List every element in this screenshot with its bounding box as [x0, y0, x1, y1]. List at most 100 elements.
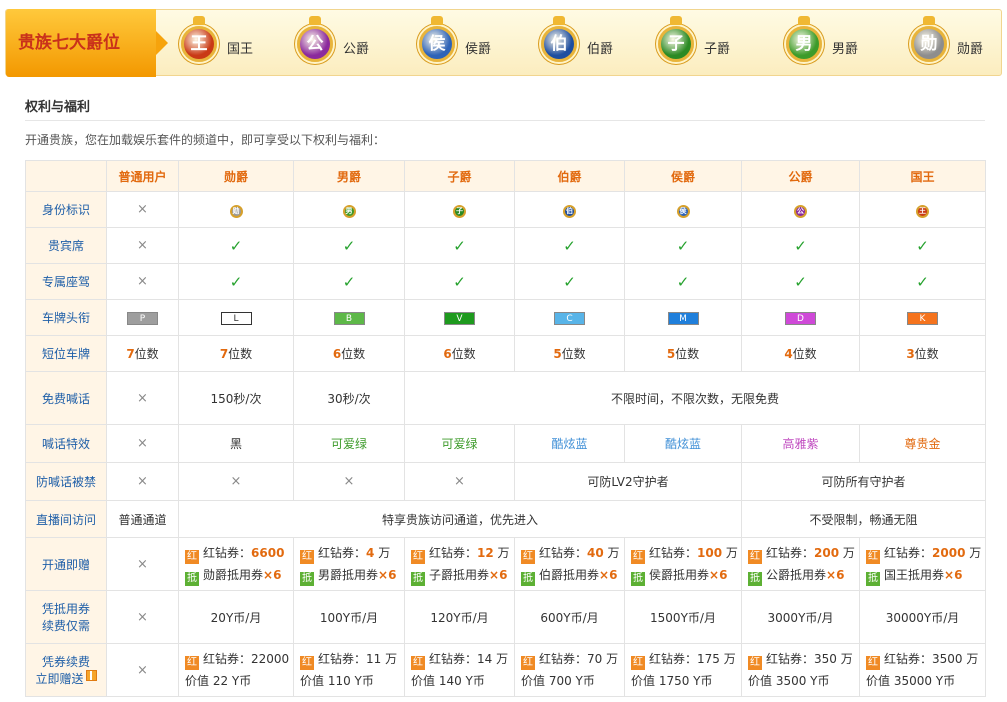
cross-mark: ×: [137, 274, 148, 289]
coupon-name: 伯爵抵用券: [539, 568, 600, 582]
rank-badge-icon: 伯: [563, 204, 576, 218]
cell: 王: [859, 191, 986, 228]
cell: 1500Y币/月: [624, 590, 742, 644]
row-label: 防喊话被禁: [25, 462, 107, 501]
column-header: 勋爵: [178, 160, 294, 192]
plate-suffix: 位数: [675, 347, 700, 361]
cross-mark: ×: [137, 202, 148, 217]
rank-badge-icon: 王: [916, 204, 929, 218]
gift-red-line: 红红钻券：70 万: [521, 648, 622, 670]
coupon-count: ×6: [709, 568, 728, 582]
rank-name: 子爵: [704, 42, 731, 57]
cell: 100Y币/月: [293, 590, 405, 644]
table-body: 身份标识 × 勋 男 子 伯 侯 公 王贵宾席 × ✓ ✓ ✓ ✓ ✓ ✓ ✓ 专属座驾 × ✓ ✓ ✓ ✓ ✓ ✓ ✓ 车牌头衔 P…: [25, 191, 986, 697]
cell: K: [859, 299, 986, 336]
red-prefix: 红钻券：: [318, 546, 367, 560]
cell: 酷炫蓝: [514, 424, 625, 463]
column-header: 侯爵: [624, 160, 742, 192]
gift-worth-line: 价值 35000 Y币: [866, 674, 956, 688]
coupon-name: 勋爵抵用券: [203, 568, 264, 582]
gift-red-line: 红红钻券：200 万: [748, 542, 857, 564]
check-icon: ✓: [453, 272, 466, 291]
coupon-name: 公爵抵用券: [766, 568, 827, 582]
cross-mark: ×: [137, 662, 148, 678]
gift-coupon-line: 抵伯爵抵用券×6: [521, 564, 622, 586]
gift-red-line: 红红钻券：11 万: [300, 648, 402, 670]
cross-mark: ×: [343, 474, 355, 489]
cell: ×: [106, 371, 179, 425]
red-tag-icon: 红: [521, 550, 535, 564]
cross-mark: ×: [137, 390, 148, 406]
plate-badge: M: [667, 312, 699, 325]
cell: ×: [106, 227, 179, 264]
table-row-short-plate: 短位车牌 7位数 7位数 6位数 6位数 5位数 5位数 4位数 3位数: [25, 335, 986, 372]
benefits-table: 普通用户 勋爵 男爵 子爵 伯爵 侯爵 公爵 国王 身份标识 × 勋 男 子 伯 侯 公 王贵宾席 × ✓ ✓ ✓ ✓ ✓…: [25, 160, 986, 697]
gift-icon[interactable]: [85, 670, 97, 681]
gift-coupon-line: 抵子爵抵用券×6: [411, 564, 512, 586]
row-label: 直播间访问: [25, 500, 107, 538]
column-header: 子爵: [404, 160, 515, 192]
coupon-count: ×6: [599, 568, 618, 582]
cell: ✓: [404, 227, 515, 264]
column-header: 普通用户: [106, 160, 179, 192]
red-amount: 红钻券：11 万: [318, 652, 398, 666]
cell: ✓: [178, 263, 294, 300]
gift-worth-line: 价值 3500 Y币: [748, 674, 830, 688]
row-label: 开通即赠: [25, 537, 107, 591]
cell: L: [178, 299, 294, 336]
cell: ×: [106, 537, 179, 591]
red-amount: 40: [587, 546, 604, 560]
cell: 侯: [624, 191, 742, 228]
check-icon: ✓: [794, 272, 807, 291]
red-prefix: 红钻券：: [884, 546, 933, 560]
table-row-plate: 车牌头衔 P L B V C M D K: [25, 299, 986, 336]
check-icon: ✓: [916, 272, 929, 291]
cell: ✓: [293, 263, 405, 300]
gift-red-line: 红红钻券：6600: [185, 542, 291, 564]
rank-name: 侯爵: [465, 42, 492, 57]
gift-cell: 红红钻券：40 万抵伯爵抵用券×6: [514, 537, 625, 591]
red-tag-icon: 红: [866, 656, 880, 670]
cross-mark: ×: [137, 556, 148, 572]
rank-medal-icon: 勋: [911, 16, 947, 62]
gift-cell: 红红钻券：12 万抵子爵抵用券×6: [404, 537, 515, 591]
plate-digits: 5: [553, 347, 562, 361]
red-tag-icon: 红: [185, 550, 199, 564]
rank-badge-icon: 公: [794, 204, 807, 218]
coupon-count: ×6: [944, 568, 963, 582]
row-label: 免费喊话: [25, 371, 107, 425]
cell: 150秒/次: [178, 371, 294, 425]
coupon-name: 侯爵抵用券: [649, 568, 710, 582]
plate-badge: D: [785, 312, 816, 325]
column-header: 国王: [859, 160, 986, 192]
cell: 不限时间，不限次数，无限免费: [404, 371, 986, 425]
cell: 6位数: [404, 335, 515, 372]
row-label: 身份标识: [25, 191, 107, 228]
cell: 不受限制，畅通无阻: [741, 500, 986, 538]
cell: ×: [106, 191, 179, 228]
rank-medal-icon: 公: [297, 16, 333, 62]
check-icon: ✓: [229, 236, 243, 255]
intro-text: 开通贵族，您在加载娱乐套件的频道中，即可享受以下权利与福利：: [25, 133, 386, 147]
gift-worth-line: 价值 140 Y币: [411, 674, 485, 688]
cell: ×: [106, 590, 179, 644]
cell: ✓: [178, 227, 294, 264]
plate-badge: C: [554, 312, 585, 325]
gift-cell: 红红钻券：2000 万抵国王抵用券×6: [859, 537, 986, 591]
check-icon: ✓: [563, 272, 576, 291]
red-amount: 红钻券：14 万: [429, 652, 509, 666]
rank-name: 国王: [227, 42, 254, 57]
cell: 特享贵族访问通道，优先进入: [178, 500, 742, 538]
banner-title: 贵族七大爵位: [6, 9, 168, 77]
gift-coupon-line: 抵公爵抵用券×6: [748, 564, 857, 586]
cross-mark: ×: [137, 436, 148, 451]
cell: ×: [106, 424, 179, 463]
table-header-row: 普通用户 勋爵 男爵 子爵 伯爵 侯爵 公爵 国王: [25, 160, 986, 192]
red-prefix: 红钻券：: [429, 546, 478, 560]
column-header: 伯爵: [514, 160, 625, 192]
gift-cell: 红红钻券：3500 万价值 35000 Y币: [859, 643, 986, 697]
check-icon: ✓: [794, 236, 807, 255]
rank-name: 勋爵: [957, 42, 984, 57]
row-label: 车牌头衔: [25, 299, 107, 336]
row-label-text: 立即赠送: [35, 672, 84, 686]
